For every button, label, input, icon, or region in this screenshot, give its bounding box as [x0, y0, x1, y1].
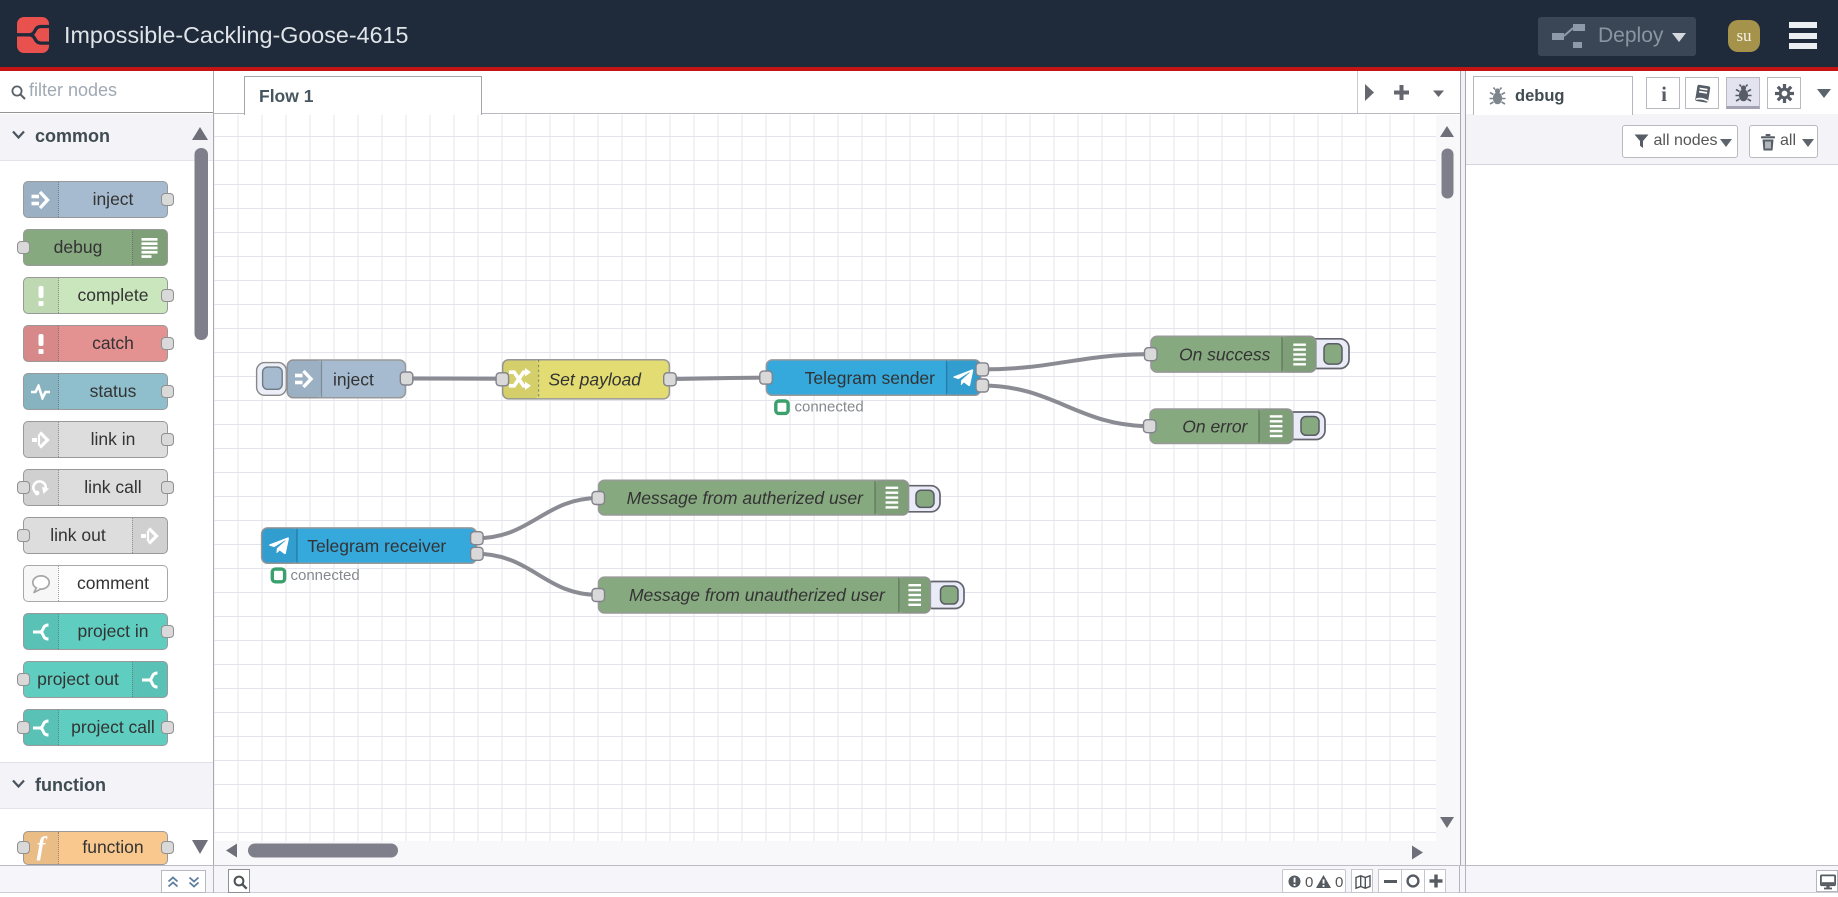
- svg-text:connected: connected: [291, 567, 360, 584]
- svg-text:Telegram sender: Telegram sender: [805, 368, 936, 388]
- svg-text:Message from unautherized user: Message from unautherized user: [629, 585, 886, 605]
- svg-text:On success: On success: [1179, 344, 1271, 364]
- svg-text:f: f: [37, 835, 48, 861]
- svg-text:Set payload: Set payload: [549, 370, 643, 390]
- svg-text:Message from autherized user: Message from autherized user: [627, 488, 865, 508]
- svg-text:i: i: [1661, 85, 1667, 104]
- svg-text:connected: connected: [795, 399, 864, 416]
- svg-text:Telegram receiver: Telegram receiver: [307, 536, 446, 556]
- svg-text:inject: inject: [333, 369, 374, 389]
- svg-text:On error: On error: [1182, 416, 1248, 436]
